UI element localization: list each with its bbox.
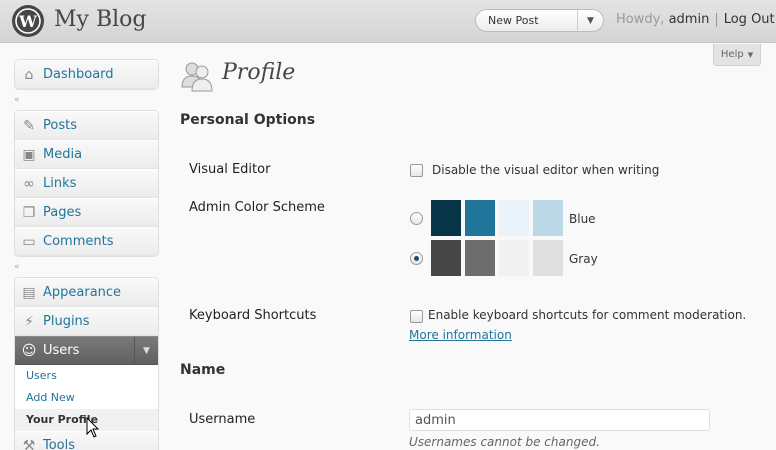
submenu-item-users[interactable]: Users — [15, 365, 158, 387]
color-scheme-label: Admin Color Scheme — [189, 200, 325, 215]
help-label[interactable]: Help — [721, 49, 744, 60]
svg-text:W: W — [18, 12, 38, 31]
site-title[interactable]: My Blog — [54, 7, 146, 32]
scheme-radio-blue[interactable] — [410, 212, 423, 225]
username-note: Usernames cannot be changed. — [409, 435, 600, 449]
keyboard-shortcuts-label: Keyboard Shortcuts — [189, 308, 317, 323]
visual-editor-checkbox[interactable] — [410, 164, 423, 177]
menu-item-users[interactable]: ☺ Users ▼ — [15, 336, 158, 365]
visual-editor-label: Visual Editor — [189, 162, 271, 177]
swatch-gray-2 — [465, 240, 495, 276]
separator: | — [714, 12, 719, 27]
menu-group-content: ✎ Posts ▣ Media ∞ Links ❐ Pages ▭ Commen… — [14, 110, 159, 257]
pages-icon: ❐ — [22, 204, 36, 221]
swatch-gray-3 — [499, 240, 529, 276]
menu-collapse-arrow-icon[interactable]: « — [14, 95, 159, 105]
menu-item-label[interactable]: Users — [43, 343, 79, 358]
menu-item-media[interactable]: ▣ Media — [15, 140, 158, 169]
menu-item-dashboard[interactable]: ⌂ Dashboard — [15, 60, 158, 89]
menu-item-pages[interactable]: ❐ Pages — [15, 198, 158, 227]
menu-item-label[interactable]: Media — [43, 147, 82, 162]
menu-item-label[interactable]: Dashboard — [43, 67, 114, 82]
home-icon: ⌂ — [24, 66, 34, 83]
swatch-blue-1 — [431, 200, 461, 236]
menu-item-label[interactable]: Comments — [43, 234, 113, 249]
visual-editor-option-label[interactable]: Disable the visual editor when writing — [432, 163, 659, 177]
name-section-heading: Name — [180, 362, 226, 378]
favorite-action-label[interactable]: New Post — [488, 14, 539, 27]
menu-collapse-arrow-icon[interactable]: « — [14, 262, 159, 272]
menu-item-comments[interactable]: ▭ Comments — [15, 227, 158, 256]
swatch-gray-1 — [431, 240, 461, 276]
swatch-gray-4 — [533, 240, 563, 276]
menu-item-appearance[interactable]: ▤ Appearance — [15, 278, 158, 307]
plugin-icon: ⚡ — [24, 313, 34, 330]
personal-options-heading: Personal Options — [180, 112, 316, 128]
swatch-blue-3 — [499, 200, 529, 236]
submenu-item-add-new[interactable]: Add New — [15, 387, 158, 409]
greeting-text: Howdy, — [616, 12, 665, 27]
media-icon: ▣ — [22, 146, 36, 163]
mouse-cursor-icon — [86, 417, 100, 438]
admin-header: W My Blog New Post ▼ Howdy, admin | Log Ou… — [0, 0, 776, 43]
user-name-link[interactable]: admin — [669, 12, 710, 27]
menu-item-label[interactable]: Posts — [43, 118, 77, 133]
favorite-actions-dropdown[interactable]: New Post ▼ — [475, 9, 604, 32]
menu-group-dashboard: ⌂ Dashboard — [14, 59, 159, 90]
menu-item-plugins[interactable]: ⚡ Plugins — [15, 307, 158, 336]
scheme-name-blue[interactable]: Blue — [569, 212, 596, 226]
menu-item-label[interactable]: Appearance — [43, 285, 121, 300]
link-icon: ∞ — [23, 175, 35, 192]
pin-icon: ✎ — [23, 117, 35, 134]
user-info: Howdy, admin | Log Out — [616, 12, 775, 27]
logout-link[interactable]: Log Out — [724, 12, 775, 27]
chevron-down-icon[interactable]: ▼ — [134, 337, 158, 364]
chevron-down-icon: ▼ — [747, 50, 754, 59]
swatch-blue-2 — [465, 200, 495, 236]
menu-item-label[interactable]: Links — [43, 176, 76, 191]
profile-users-icon — [181, 62, 213, 92]
comment-icon: ▭ — [22, 233, 36, 250]
menu-item-label[interactable]: Tools — [43, 438, 75, 450]
appearance-icon: ▤ — [22, 284, 36, 301]
menu-item-label[interactable]: Pages — [43, 205, 81, 220]
more-information-link[interactable]: More information — [409, 328, 512, 342]
username-input[interactable] — [409, 409, 710, 431]
scheme-name-gray[interactable]: Gray — [569, 252, 598, 266]
menu-item-posts[interactable]: ✎ Posts — [15, 111, 158, 140]
keyboard-shortcuts-option-label[interactable]: Enable keyboard shortcuts for comment mo… — [428, 308, 746, 322]
swatch-blue-4 — [533, 200, 563, 236]
help-tab-button[interactable]: Help ▼ — [713, 44, 761, 66]
chevron-down-icon[interactable]: ▼ — [577, 10, 603, 31]
users-icon: ☺ — [21, 342, 37, 359]
username-label: Username — [189, 412, 256, 427]
page-title: Profile — [222, 60, 296, 85]
keyboard-shortcuts-checkbox[interactable] — [410, 310, 423, 323]
wordpress-logo-icon[interactable]: W — [12, 5, 44, 37]
menu-item-links[interactable]: ∞ Links — [15, 169, 158, 198]
scheme-radio-gray[interactable] — [410, 252, 423, 265]
tools-icon: ⚒ — [22, 437, 36, 450]
menu-item-label[interactable]: Plugins — [43, 314, 90, 329]
